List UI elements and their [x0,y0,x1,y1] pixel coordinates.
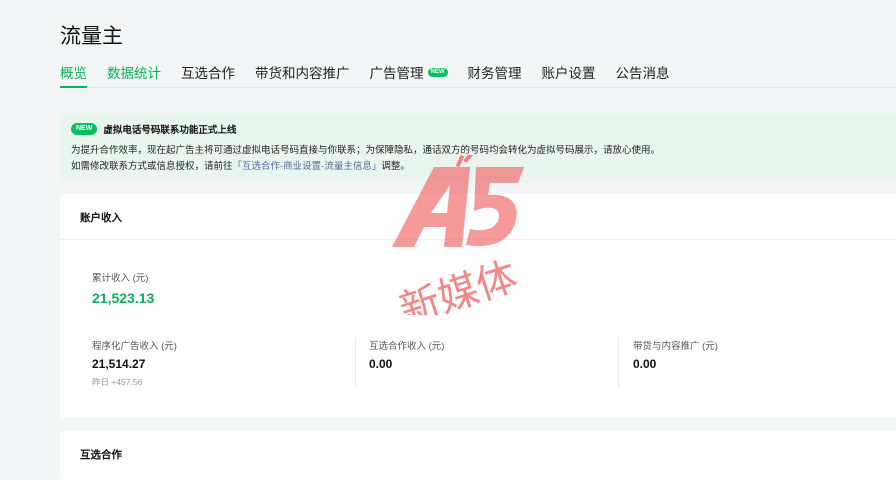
mutual-cooperation-income: 互选合作收入 (元) 0.00 [369,338,619,371]
tab-label: 公告消息 [615,66,670,81]
announcement-body: 为提升合作效率，现在起广告主将可通过虚拟电话号码直接与你联系；为保障隐私，通话双… [71,143,885,175]
metric-value: 21,514.27 [92,357,146,371]
tab-finance[interactable]: 财务管理 [468,64,522,87]
tab-label: 互选合作 [181,66,235,81]
tab-statistics[interactable]: 数据统计 [107,64,161,87]
announcement-banner: NEW 虚拟电话号码联系功能正式上线 为提升合作效率，现在起广告主将可通过虚拟电… [60,113,896,182]
tab-content-promotion[interactable]: 带货和内容推广 [255,64,350,87]
tab-account-settings[interactable]: 账户设置 [542,64,596,87]
divider [355,338,356,388]
tab-label: 广告管理 [369,66,424,81]
mutual-cooperation-card: 互选合作 [60,431,896,480]
tab-label: 财务管理 [467,66,522,81]
metric-label: 程序化广告收入 (元) [92,341,177,352]
announcement-line: 如需修改联系方式或信息授权，请前往「互选合作-商业设置-流量主信息」调整。 [71,159,885,175]
page-title: 流量主 [60,25,123,48]
metric-label: 互选合作收入 (元) [369,341,445,352]
announcement-title: 虚拟电话号码联系功能正式上线 [103,125,237,136]
tab-announcements[interactable]: 公告消息 [616,64,670,87]
total-income-value: 21,523.13 [92,290,155,306]
new-badge: NEW [427,68,448,77]
metric-yesterday: 昨日 +457.56 [92,377,143,387]
tab-mutual-cooperation[interactable]: 互选合作 [181,64,235,87]
total-income-label: 累计收入 (元) [92,273,149,284]
metric-value: 0.00 [633,357,657,371]
tab-ad-management[interactable]: 广告管理 NEW [370,64,448,87]
metric-label: 带货与内容推广 (元) [633,341,718,352]
card-title: 账户收入 [60,194,896,240]
tab-label: 概览 [60,66,87,81]
divider [618,338,619,388]
new-badge: NEW [71,123,98,135]
tab-overview[interactable]: 概览 [60,64,87,88]
metric-value: 0.00 [369,357,393,371]
merchant-settings-link[interactable]: 「互选合作-商业设置-流量主信息」 [233,161,382,172]
content-promotion-income: 带货与内容推广 (元) 0.00 [633,338,883,371]
card-title: 互选合作 [80,449,122,461]
account-income-card: 账户收入 累计收入 (元) 21,523.13 程序化广告收入 (元) 21,5… [60,194,896,418]
announcement-text: 调整。 [381,161,410,172]
tab-label: 账户设置 [541,66,596,81]
programmatic-ad-income: 程序化广告收入 (元) 21,514.27 昨日 +457.56 [92,338,342,388]
announcement-text: 如需修改联系方式或信息授权，请前往 [71,161,233,172]
announcement-line: 为提升合作效率，现在起广告主将可通过虚拟电话号码直接与你联系；为保障隐私，通话双… [71,145,661,156]
tab-label: 带货和内容推广 [255,66,350,81]
main-tabs: 概览 数据统计 互选合作 带货和内容推广 广告管理 NEW 财务管理 账户设置 … [60,64,896,88]
tab-label: 数据统计 [107,66,161,81]
